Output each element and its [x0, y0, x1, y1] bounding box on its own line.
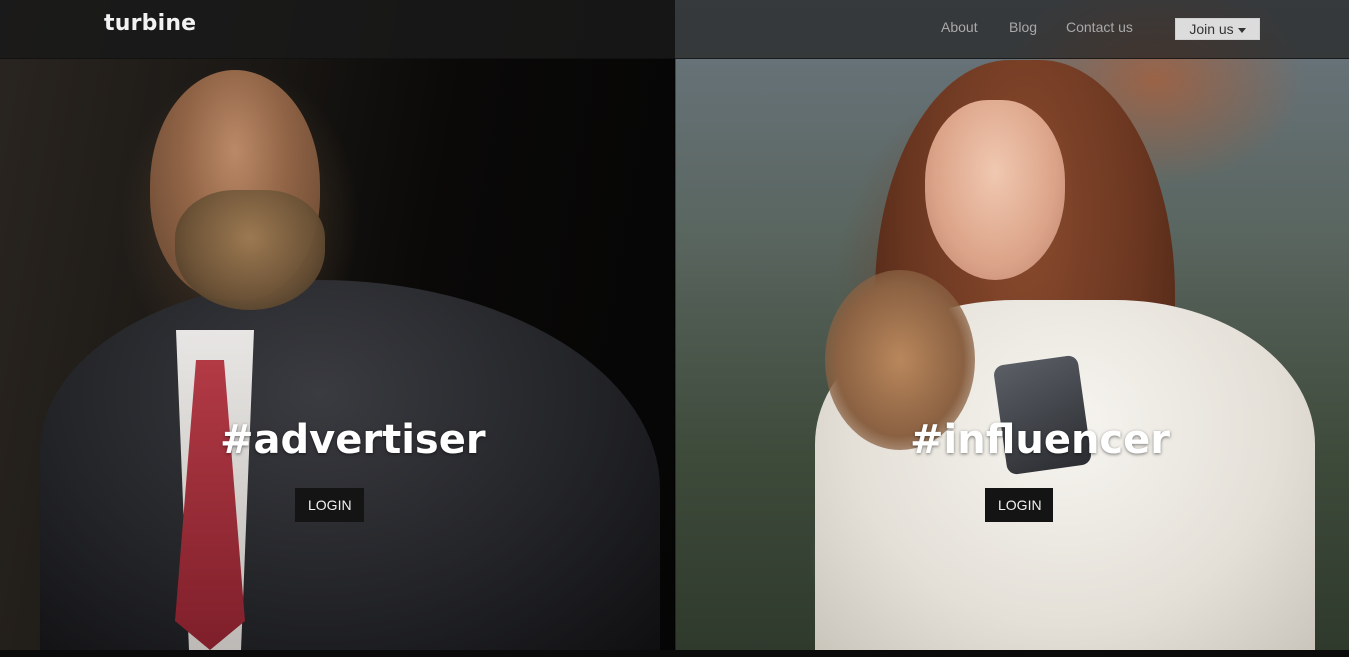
advertiser-heading: #advertiser: [220, 417, 486, 463]
influencer-hero: [675, 0, 1349, 650]
caret-down-icon: [1237, 27, 1246, 33]
top-navbar: turbine About Blog Contact us Join us: [0, 0, 1349, 59]
navbar-left-shade: [0, 0, 675, 59]
join-us-dropdown-button[interactable]: Join us: [1175, 18, 1260, 40]
influencer-login-button[interactable]: LOGIN: [985, 488, 1053, 522]
bottom-bar: [0, 650, 1349, 657]
panel-divider: [674, 59, 676, 650]
join-us-label: Join us: [1189, 21, 1234, 37]
nav-about-link[interactable]: About: [941, 19, 978, 35]
advertiser-photo-beard: [175, 190, 325, 310]
advertiser-photo-suit: [40, 280, 660, 650]
brand-logo[interactable]: turbine: [104, 11, 196, 36]
advertiser-hero: [0, 0, 675, 650]
nav-blog-link[interactable]: Blog: [1009, 19, 1037, 35]
advertiser-login-button[interactable]: LOGIN: [295, 488, 364, 522]
influencer-heading: #influencer: [910, 417, 1170, 463]
influencer-photo-face: [925, 100, 1065, 280]
nav-contact-link[interactable]: Contact us: [1066, 19, 1133, 35]
